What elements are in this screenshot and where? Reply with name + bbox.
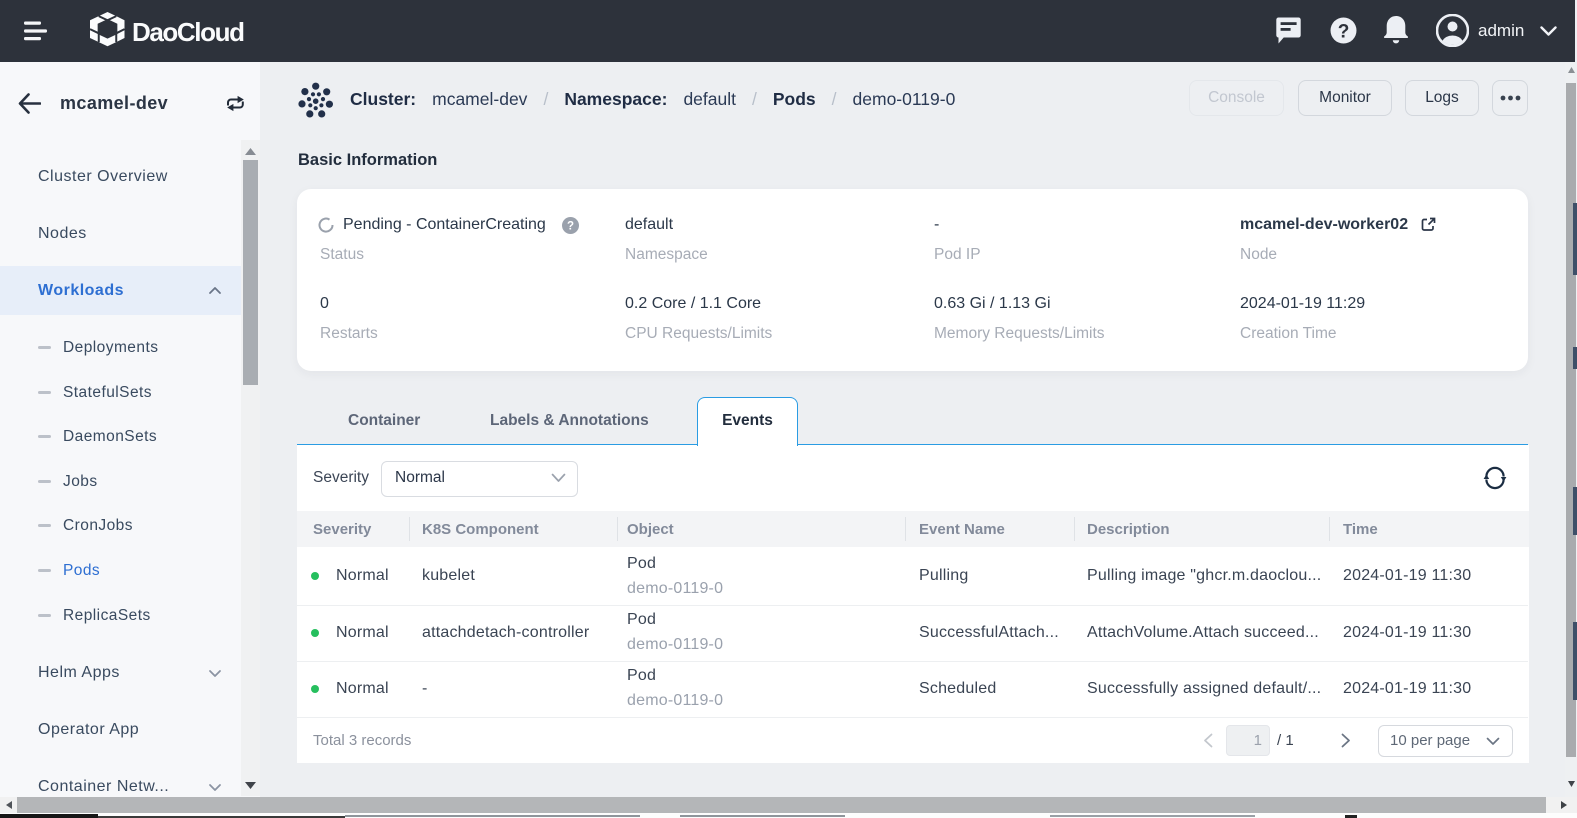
svg-text:?: ?	[1338, 22, 1350, 43]
svg-text:?: ?	[567, 221, 574, 233]
